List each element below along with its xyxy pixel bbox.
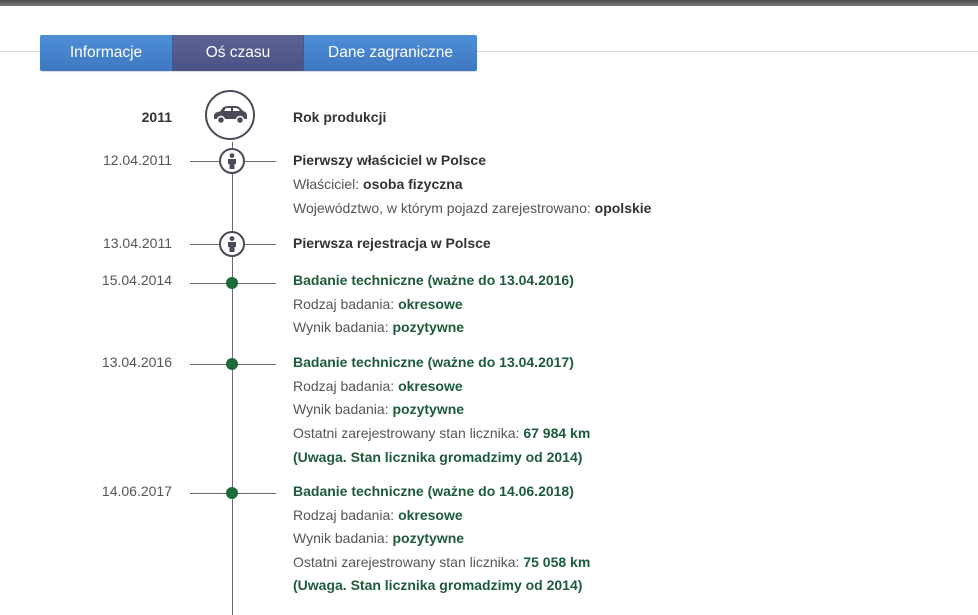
detail-value: osoba fizyczna — [363, 176, 463, 192]
person-icon — [219, 231, 245, 257]
tab-dane-zagraniczne[interactable]: Dane zagraniczne — [303, 35, 477, 71]
timeline-date-inspection-1: 15.04.2014 — [101, 272, 172, 288]
event-detail-type: Rodzaj badania: okresowe — [293, 378, 463, 394]
detail-label: Ostatni zarejestrowany stan licznika: — [293, 554, 524, 570]
detail-label: Wynik badania: — [293, 319, 393, 335]
detail-value: okresowe — [398, 296, 463, 312]
detail-label: Rodzaj badania: — [293, 296, 399, 312]
event-detail-result: Wynik badania: pozytywne — [293, 319, 464, 335]
detail-label: Wynik badania: — [293, 530, 393, 546]
event-detail-result: Wynik badania: pozytywne — [293, 530, 464, 546]
event-title-owner: Pierwszy właściciel w Polsce — [293, 152, 486, 168]
event-note-odometer: (Uwaga. Stan licznika gromadzimy od 2014… — [293, 449, 583, 465]
timeline-axis — [232, 142, 233, 615]
detail-label: Rodzaj badania: — [293, 378, 399, 394]
detail-label: Rodzaj badania: — [293, 507, 399, 523]
timeline-date-inspection-2: 13.04.2016 — [101, 354, 172, 370]
detail-value: pozytywne — [392, 319, 465, 335]
timeline-dot — [226, 277, 238, 289]
detail-value: okresowe — [398, 507, 463, 523]
detail-value: 75 058 km — [523, 554, 591, 570]
detail-value: pozytywne — [392, 530, 465, 546]
person-icon — [219, 148, 245, 174]
detail-value: opolskie — [594, 200, 652, 216]
tab-bar: Informacje Oś czasu Dane zagraniczne — [40, 35, 477, 71]
event-detail-odometer: Ostatni zarejestrowany stan licznika: 67… — [293, 425, 590, 441]
event-title-registration: Pierwsza rejestracja w Polsce — [293, 235, 491, 251]
detail-label: Ostatni zarejestrowany stan licznika: — [293, 425, 524, 441]
top-bar — [0, 0, 978, 6]
detail-value: 67 984 km — [523, 425, 591, 441]
event-detail-type: Rodzaj badania: okresowe — [293, 507, 463, 523]
event-detail-owner: Właściciel: osoba fizyczna — [293, 176, 463, 192]
car-icon — [205, 90, 255, 140]
detail-value: okresowe — [398, 378, 463, 394]
timeline-date-production: 2011 — [141, 109, 172, 125]
timeline-date-registration: 13.04.2011 — [102, 235, 172, 251]
timeline-dot — [226, 358, 238, 370]
event-detail-region: Województwo, w którym pojazd zarejestrow… — [293, 200, 651, 216]
tab-os-czasu[interactable]: Oś czasu — [172, 35, 303, 71]
detail-value: pozytywne — [392, 401, 465, 417]
event-detail-result: Wynik badania: pozytywne — [293, 401, 464, 417]
detail-label: Właściciel: — [293, 176, 364, 192]
event-title-inspection-1: Badanie techniczne (ważne do 13.04.2016) — [293, 272, 574, 288]
detail-label: Województwo, w którym pojazd zarejestrow… — [293, 200, 595, 216]
timeline-dot — [226, 487, 238, 499]
event-title-production: Rok produkcji — [293, 109, 387, 125]
timeline-date-inspection-3: 14.06.2017 — [101, 483, 172, 499]
detail-label: Wynik badania: — [293, 401, 393, 417]
event-title-inspection-2: Badanie techniczne (ważne do 13.04.2017) — [293, 354, 574, 370]
event-note-odometer: (Uwaga. Stan licznika gromadzimy od 2014… — [293, 577, 583, 593]
event-title-inspection-3: Badanie techniczne (ważne do 14.06.2018) — [293, 483, 574, 499]
event-detail-type: Rodzaj badania: okresowe — [293, 296, 463, 312]
timeline-date-owner: 12.04.2011 — [102, 152, 172, 168]
event-detail-odometer: Ostatni zarejestrowany stan licznika: 75… — [293, 554, 590, 570]
tab-informacje[interactable]: Informacje — [40, 35, 172, 71]
